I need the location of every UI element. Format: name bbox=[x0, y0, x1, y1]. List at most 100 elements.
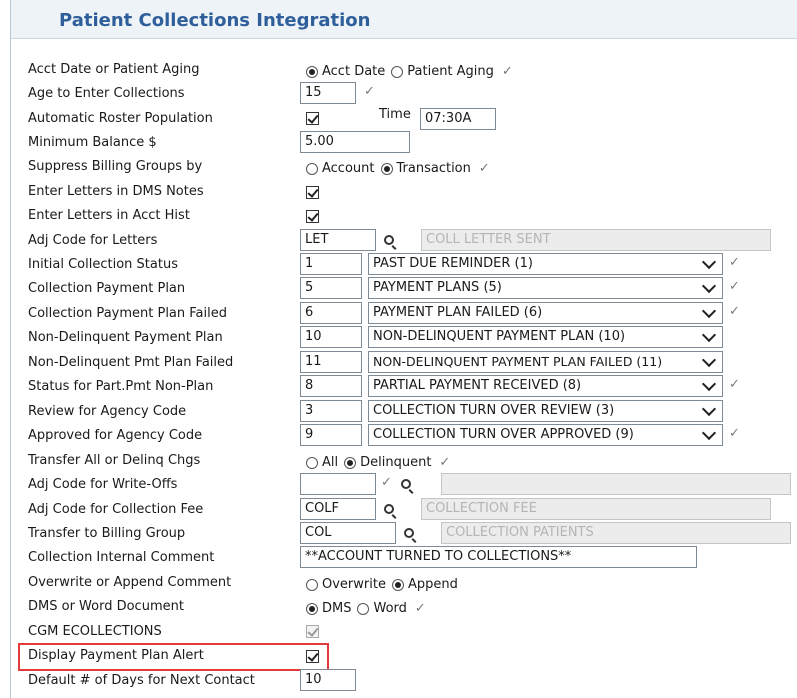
highlight-box bbox=[18, 643, 329, 671]
time-input[interactable]: 07:30A bbox=[420, 108, 496, 130]
row-approved-agency: Approved for Agency Code 9 COLLECTION TU… bbox=[11, 424, 797, 448]
radio-account[interactable] bbox=[306, 162, 318, 175]
row-acct-date-or-aging: Acct Date or Patient Aging Acct Date Pat… bbox=[11, 58, 797, 82]
row-transfer-all-delinq: Transfer All or Delinq Chgs All Delinque… bbox=[11, 449, 797, 473]
radio-dms[interactable] bbox=[306, 602, 318, 615]
status-code-input[interactable]: 9 bbox=[300, 424, 362, 446]
row-initial-status: Initial Collection Status 1 PAST DUE REM… bbox=[11, 253, 797, 277]
status-select[interactable]: PAYMENT PLANS (5) bbox=[368, 277, 723, 299]
status-code-input[interactable]: 6 bbox=[300, 302, 362, 324]
status-select[interactable]: COLLECTION TURN OVER REVIEW (3) bbox=[368, 400, 723, 422]
status-code-input[interactable]: 8 bbox=[300, 375, 362, 397]
field-label: Enter Letters in Acct Hist bbox=[28, 208, 190, 223]
row-auto-roster: Automatic Roster Population Time 07:30A bbox=[11, 107, 797, 131]
row-letters-dms: Enter Letters in DMS Notes bbox=[11, 180, 797, 204]
radio-label: DMS bbox=[322, 601, 352, 616]
field-label: Adj Code for Collection Fee bbox=[28, 502, 204, 517]
adj-letters-code-input[interactable]: LET bbox=[300, 229, 376, 251]
select-value: COLLECTION TURN OVER REVIEW (3) bbox=[373, 403, 615, 418]
radio-label: Overwrite bbox=[322, 577, 386, 592]
status-code-input[interactable]: 11 bbox=[300, 351, 362, 373]
radio-label: Transaction bbox=[396, 161, 471, 176]
billing-group-code-input[interactable]: COL bbox=[300, 522, 396, 544]
field-label: Initial Collection Status bbox=[28, 257, 178, 272]
checkmark-icon: ✓ bbox=[364, 84, 375, 99]
radio-label: Patient Aging bbox=[407, 64, 494, 79]
default-days-input[interactable]: 10 bbox=[300, 669, 356, 691]
search-icon[interactable] bbox=[401, 479, 411, 489]
row-nondelinquent-plan: Non-Delinquent Payment Plan 10 NON-DELIN… bbox=[11, 326, 797, 350]
search-icon[interactable] bbox=[384, 235, 394, 245]
chevron-down-icon bbox=[701, 352, 717, 368]
field-label: Suppress Billing Groups by bbox=[28, 159, 203, 174]
row-min-balance: Minimum Balance $ 5.00 bbox=[11, 131, 797, 155]
radio-word[interactable] bbox=[357, 602, 370, 615]
radio-append[interactable] bbox=[391, 578, 404, 591]
status-select[interactable]: PAST DUE REMINDER (1) bbox=[368, 253, 723, 275]
radio-label: Append bbox=[407, 577, 458, 592]
chevron-down-icon bbox=[701, 254, 717, 270]
age-input[interactable]: 15 bbox=[300, 82, 356, 104]
collection-fee-code-input[interactable]: COLF bbox=[300, 498, 376, 520]
row-letters-acct-hist: Enter Letters in Acct Hist bbox=[11, 204, 797, 228]
field-label: Minimum Balance $ bbox=[28, 135, 157, 150]
letters-dms-checkbox[interactable] bbox=[306, 186, 319, 199]
search-icon[interactable] bbox=[404, 528, 414, 538]
status-code-input[interactable]: 5 bbox=[300, 277, 362, 299]
min-balance-input[interactable]: 5.00 bbox=[300, 131, 410, 153]
row-overwrite-append: Overwrite or Append Comment Overwrite Ap… bbox=[11, 571, 797, 595]
radio-transaction[interactable] bbox=[380, 162, 393, 175]
status-select[interactable]: NON-DELINQUENT PAYMENT PLAN FAILED (11) bbox=[368, 351, 723, 373]
auto-roster-checkbox[interactable] bbox=[306, 112, 319, 125]
status-select[interactable]: PAYMENT PLAN FAILED (6) bbox=[368, 302, 723, 324]
status-code-input[interactable]: 3 bbox=[300, 400, 362, 422]
adj-letters-desc: COLL LETTER SENT bbox=[421, 229, 771, 251]
radio-overwrite[interactable] bbox=[306, 578, 318, 591]
internal-comment-input[interactable]: **ACCOUNT TURNED TO COLLECTIONS** bbox=[300, 546, 697, 568]
field-label: Transfer to Billing Group bbox=[28, 526, 186, 541]
row-suppress-billing: Suppress Billing Groups by Account Trans… bbox=[11, 155, 797, 179]
chevron-down-icon bbox=[701, 376, 717, 392]
checkmark-icon: ✓ bbox=[501, 64, 513, 79]
field-label: CGM ECOLLECTIONS bbox=[28, 624, 162, 639]
field-label: Collection Payment Plan bbox=[28, 281, 186, 296]
checkmark-icon: ✓ bbox=[729, 377, 740, 392]
status-code-input[interactable]: 10 bbox=[300, 326, 362, 348]
radio-label: Account bbox=[322, 161, 375, 176]
row-age-to-enter: Age to Enter Collections 15 ✓ bbox=[11, 82, 797, 106]
field-label: DMS or Word Document bbox=[28, 599, 184, 614]
field-label: Collection Payment Plan Failed bbox=[28, 306, 227, 321]
radio-acct-date[interactable] bbox=[306, 65, 318, 78]
chevron-down-icon bbox=[701, 278, 717, 294]
row-adj-code-letters: Adj Code for Letters LET COLL LETTER SEN… bbox=[11, 229, 797, 253]
letters-acct-hist-checkbox[interactable] bbox=[306, 210, 319, 223]
chevron-down-icon bbox=[701, 401, 717, 417]
row-default-days: Default # of Days for Next Contact 10 bbox=[11, 669, 797, 693]
field-label: Age to Enter Collections bbox=[28, 86, 185, 101]
status-select[interactable]: PARTIAL PAYMENT RECEIVED (8) bbox=[368, 375, 723, 397]
checkmark-icon: ✓ bbox=[729, 304, 740, 319]
field-label: Enter Letters in DMS Notes bbox=[28, 184, 204, 199]
search-icon[interactable] bbox=[384, 504, 394, 514]
writeoff-code-input[interactable] bbox=[300, 473, 376, 495]
row-partial-payment: Status for Part.Pmt Non-Plan 8 PARTIAL P… bbox=[11, 375, 797, 399]
select-value: PAST DUE REMINDER (1) bbox=[373, 256, 533, 271]
radio-all[interactable] bbox=[306, 456, 318, 469]
status-code-input[interactable]: 1 bbox=[300, 253, 362, 275]
status-select[interactable]: COLLECTION TURN OVER APPROVED (9) bbox=[368, 424, 723, 446]
radio-delinquent[interactable] bbox=[344, 456, 357, 469]
row-internal-comment: Collection Internal Comment **ACCOUNT TU… bbox=[11, 546, 797, 570]
checkmark-icon: ✓ bbox=[414, 601, 426, 616]
field-label: Status for Part.Pmt Non-Plan bbox=[28, 379, 214, 394]
radio-patient-aging[interactable] bbox=[391, 65, 404, 78]
radio-label: Word bbox=[373, 601, 407, 616]
radio-label: All bbox=[322, 455, 339, 470]
cgm-ecollections-checkbox bbox=[306, 625, 319, 638]
field-label: Adj Code for Letters bbox=[28, 233, 158, 248]
writeoff-desc bbox=[441, 473, 791, 495]
status-select[interactable]: NON-DELINQUENT PAYMENT PLAN (10) bbox=[368, 326, 723, 348]
select-value: PAYMENT PLAN FAILED (6) bbox=[373, 305, 543, 320]
radio-label: Acct Date bbox=[322, 64, 386, 79]
select-value: NON-DELINQUENT PAYMENT PLAN (10) bbox=[373, 329, 626, 344]
checkmark-icon: ✓ bbox=[478, 161, 490, 176]
